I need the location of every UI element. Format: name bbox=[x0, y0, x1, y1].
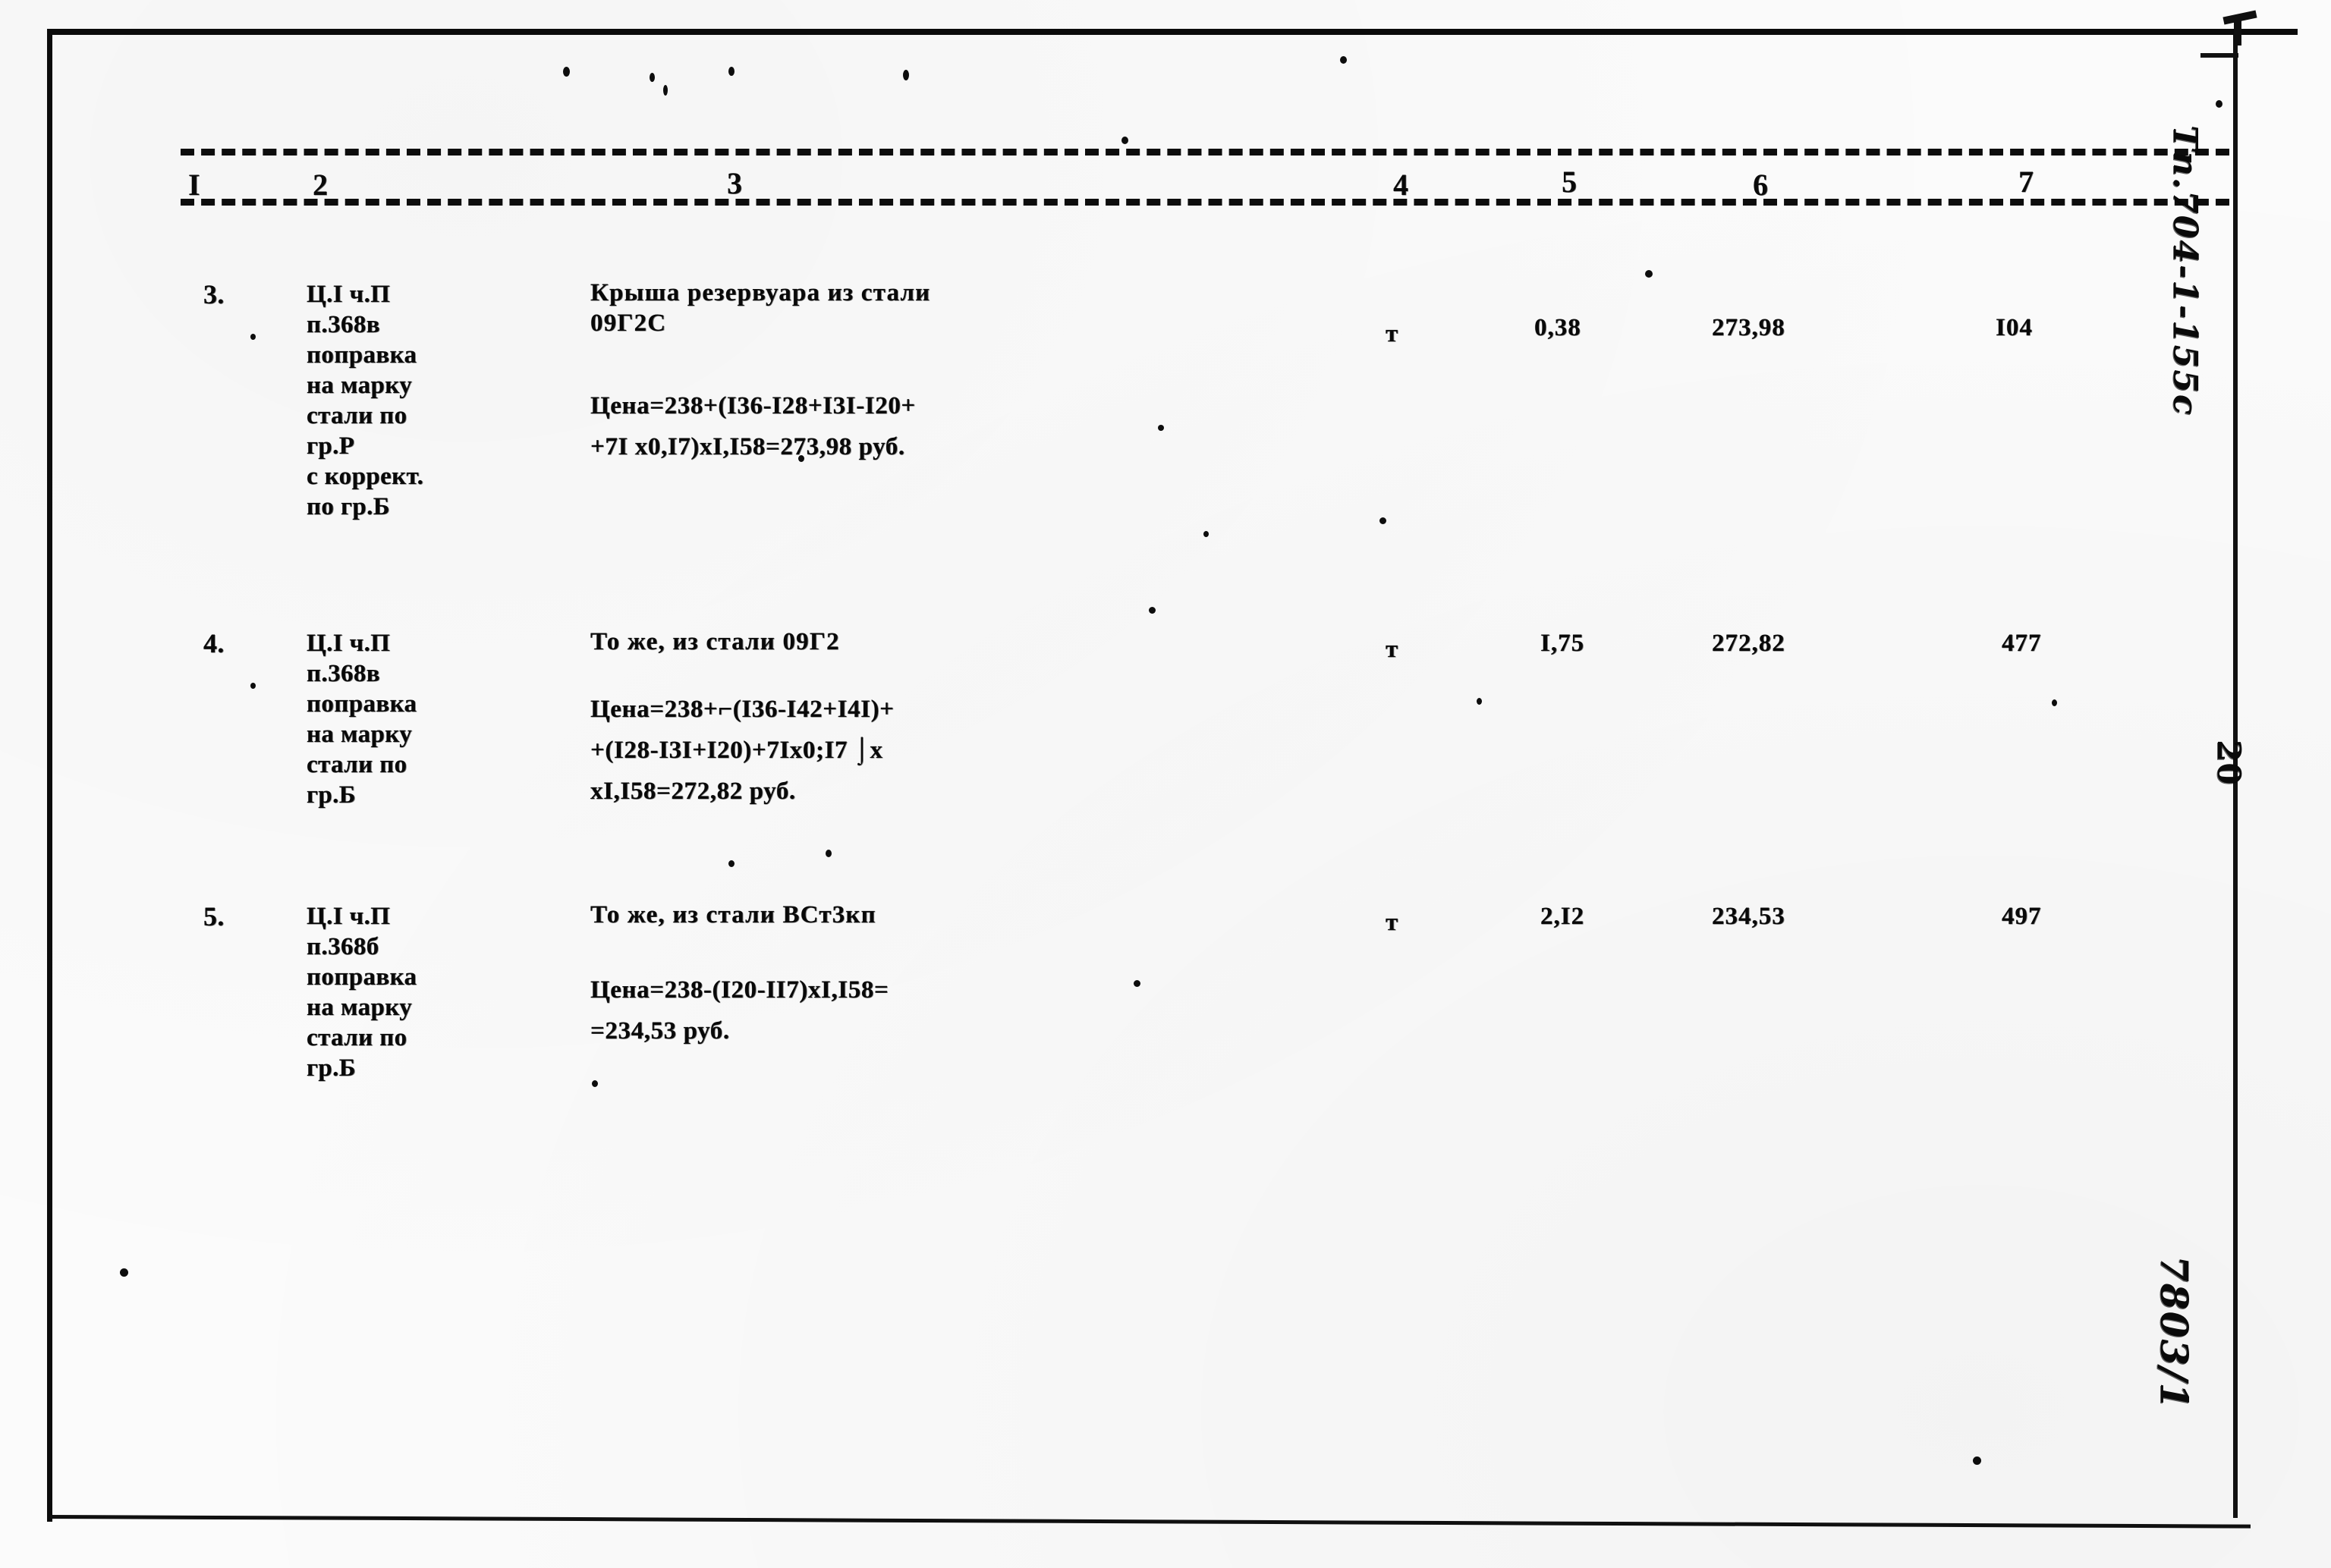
table-row-quantity: 0,38 bbox=[1534, 314, 1581, 341]
column-header-3: 3 bbox=[727, 166, 742, 200]
column-header-2: 2 bbox=[313, 168, 328, 202]
table-row-unit: т bbox=[1386, 320, 1399, 347]
table-row-quantity: 2,I2 bbox=[1540, 903, 1585, 930]
margin-series-code: Тп.704-1-155с bbox=[2166, 125, 2204, 416]
table-row-formula: Цена=238+⌐(I36-I42+I4I)+ +(I28-I3I+I20)+… bbox=[590, 696, 895, 805]
column-header-6: 6 bbox=[1753, 168, 1768, 202]
table-row-total: 497 bbox=[2002, 903, 2042, 930]
table-row-formula: Цена=238-(I20-II7)хI,I58= =234,53 руб. bbox=[590, 976, 889, 1045]
table-row-description: То же, из стали ВСт3кп bbox=[590, 901, 876, 929]
table-row-description: То же, из стали 09Г2 bbox=[590, 628, 840, 655]
table-row-code: Ц.I ч.П п.368в поправка на марку стали п… bbox=[307, 281, 424, 520]
corner-mark-vertical bbox=[2234, 20, 2241, 46]
column-header-7: 7 bbox=[2018, 165, 2034, 199]
margin-document-number: 7803/1 bbox=[2152, 1255, 2197, 1411]
table-row-quantity: I,75 bbox=[1540, 630, 1585, 657]
table-row-price: 234,53 bbox=[1712, 903, 1785, 930]
header-dashed-rule-bottom bbox=[181, 199, 2229, 206]
margin-page-number: 20 bbox=[2210, 740, 2248, 786]
table-row-index: 5. bbox=[203, 901, 225, 932]
scanned-page: I 2 3 4 5 6 7 3. Ц.I ч.П п.368в поправка… bbox=[0, 0, 2331, 1568]
table-row-price: 272,82 bbox=[1712, 630, 1785, 657]
table-row-code: Ц.I ч.П п.368в поправка на марку стали п… bbox=[307, 630, 417, 809]
column-header-4: 4 bbox=[1393, 168, 1408, 202]
column-header-1: I bbox=[188, 168, 200, 202]
column-header-5: 5 bbox=[1562, 165, 1577, 199]
right-margin-bracket bbox=[2200, 53, 2238, 58]
table-row-unit: т bbox=[1386, 636, 1399, 663]
table-row-total: I04 bbox=[1996, 314, 2033, 341]
table-row-unit: т bbox=[1386, 909, 1399, 936]
table-row-price: 273,98 bbox=[1712, 314, 1785, 341]
table-row-code: Ц.I ч.П п.368б поправка на марку стали п… bbox=[307, 903, 417, 1082]
table-row-index: 4. bbox=[203, 628, 225, 658]
header-dashed-rule-top bbox=[181, 149, 2229, 156]
table-row-description: Крыша резервуара из стали 09Г2С bbox=[590, 279, 931, 337]
table-row-index: 3. bbox=[203, 279, 225, 310]
table-row-formula: Цена=238+(I36-I28+I3I-I20+ +7I х0,I7)хI,… bbox=[590, 392, 916, 460]
table-row-total: 477 bbox=[2002, 630, 2042, 657]
